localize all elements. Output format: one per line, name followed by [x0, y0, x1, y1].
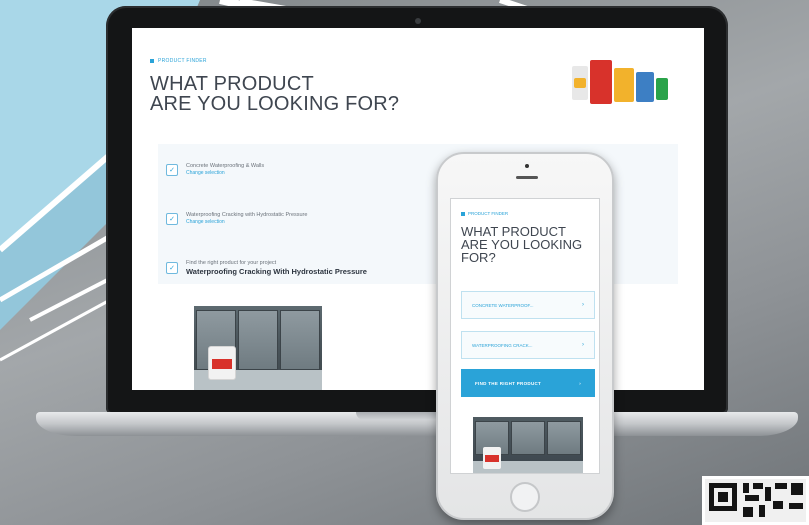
qr-code	[702, 476, 809, 525]
product-tub-green	[656, 78, 668, 100]
laptop-page-title: WHAT PRODUCT ARE YOU LOOKING FOR?	[150, 74, 480, 114]
option-1-change-link[interactable]: Change selection	[186, 170, 264, 176]
chevron-right-icon: ›	[579, 380, 581, 386]
qr-finder-core	[718, 492, 728, 502]
chevron-right-icon: ›	[582, 342, 584, 348]
product-jug	[208, 346, 236, 380]
option-1-text: Concrete Waterproofing & Walls Change se…	[186, 163, 264, 176]
mobile-select-1[interactable]: CONCRETE WATERPROOF... ›	[461, 291, 595, 319]
qr-module	[789, 503, 803, 509]
phone-screen: PRODUCT FINDER WHAT PRODUCT ARE YOU LOOK…	[450, 198, 600, 474]
wall-panel	[238, 310, 278, 370]
qr-module	[753, 483, 763, 489]
final-step-prompt: Find the right product for your project	[186, 260, 277, 266]
laptop-screen: PRODUCT FINDER WHAT PRODUCT ARE YOU LOOK…	[132, 28, 704, 390]
qr-module	[743, 483, 749, 493]
check-icon: ✓	[166, 163, 178, 176]
product-tub-blue	[636, 72, 654, 102]
mobile-select-2-value: WATERPROOFING CRACK...	[472, 342, 533, 348]
product-tub-yellow	[614, 68, 634, 102]
qr-module	[791, 483, 803, 495]
mobile-select-1-value: CONCRETE WATERPROOF...	[472, 302, 534, 308]
check-icon: ✓	[166, 262, 178, 274]
mobile-product-image	[473, 417, 583, 473]
qr-module	[759, 505, 765, 517]
option-2-text: Waterproofing Cracking with Hydrostatic …	[186, 212, 307, 225]
qr-module	[773, 501, 783, 509]
final-step-text: Find the right product for your project …	[186, 260, 367, 276]
wall-panel	[547, 421, 581, 455]
qr-module	[745, 495, 759, 501]
qr-module	[765, 487, 771, 501]
qr-module	[743, 507, 753, 517]
wall-panel	[511, 421, 545, 455]
product-range-image	[564, 56, 684, 116]
product-label	[574, 78, 586, 88]
find-product-button-label: FIND THE RIGHT PRODUCT	[475, 380, 542, 386]
mobile-title-line3: FOR?	[461, 250, 496, 265]
mobile-page-title: WHAT PRODUCT ARE YOU LOOKING FOR?	[461, 225, 597, 264]
laptop-title-line2: ARE YOU LOOKING FOR?	[150, 93, 400, 115]
product-jug-label	[485, 455, 499, 462]
mobile-breadcrumb[interactable]: PRODUCT FINDER	[461, 211, 508, 216]
mobile-select-2[interactable]: WATERPROOFING CRACK... ›	[461, 331, 595, 359]
laptop-camera	[415, 18, 421, 24]
final-step-selection: Waterproofing Cracking With Hydrostatic …	[186, 267, 367, 276]
product-application-image	[194, 306, 322, 390]
phone-camera	[525, 164, 529, 168]
option-2-change-link[interactable]: Change selection	[186, 219, 307, 225]
option-2-label: Waterproofing Cracking with Hydrostatic …	[186, 212, 308, 218]
option-1-label: Concrete Waterproofing & Walls	[186, 163, 265, 169]
find-product-button[interactable]: FIND THE RIGHT PRODUCT ›	[461, 369, 595, 397]
product-tub-red	[590, 60, 612, 104]
phone-device: PRODUCT FINDER WHAT PRODUCT ARE YOU LOOK…	[436, 152, 614, 520]
product-jug-label	[212, 359, 232, 369]
wall-panel	[280, 310, 320, 370]
qr-module	[775, 483, 787, 489]
laptop-breadcrumb[interactable]: PRODUCT FINDER	[150, 58, 207, 64]
chevron-right-icon: ›	[582, 302, 584, 308]
phone-home-button[interactable]	[510, 482, 540, 512]
product-jug	[483, 447, 501, 469]
laptop-title-line1: WHAT PRODUCT	[150, 73, 314, 95]
check-icon: ✓	[166, 212, 178, 225]
phone-speaker	[516, 176, 538, 179]
